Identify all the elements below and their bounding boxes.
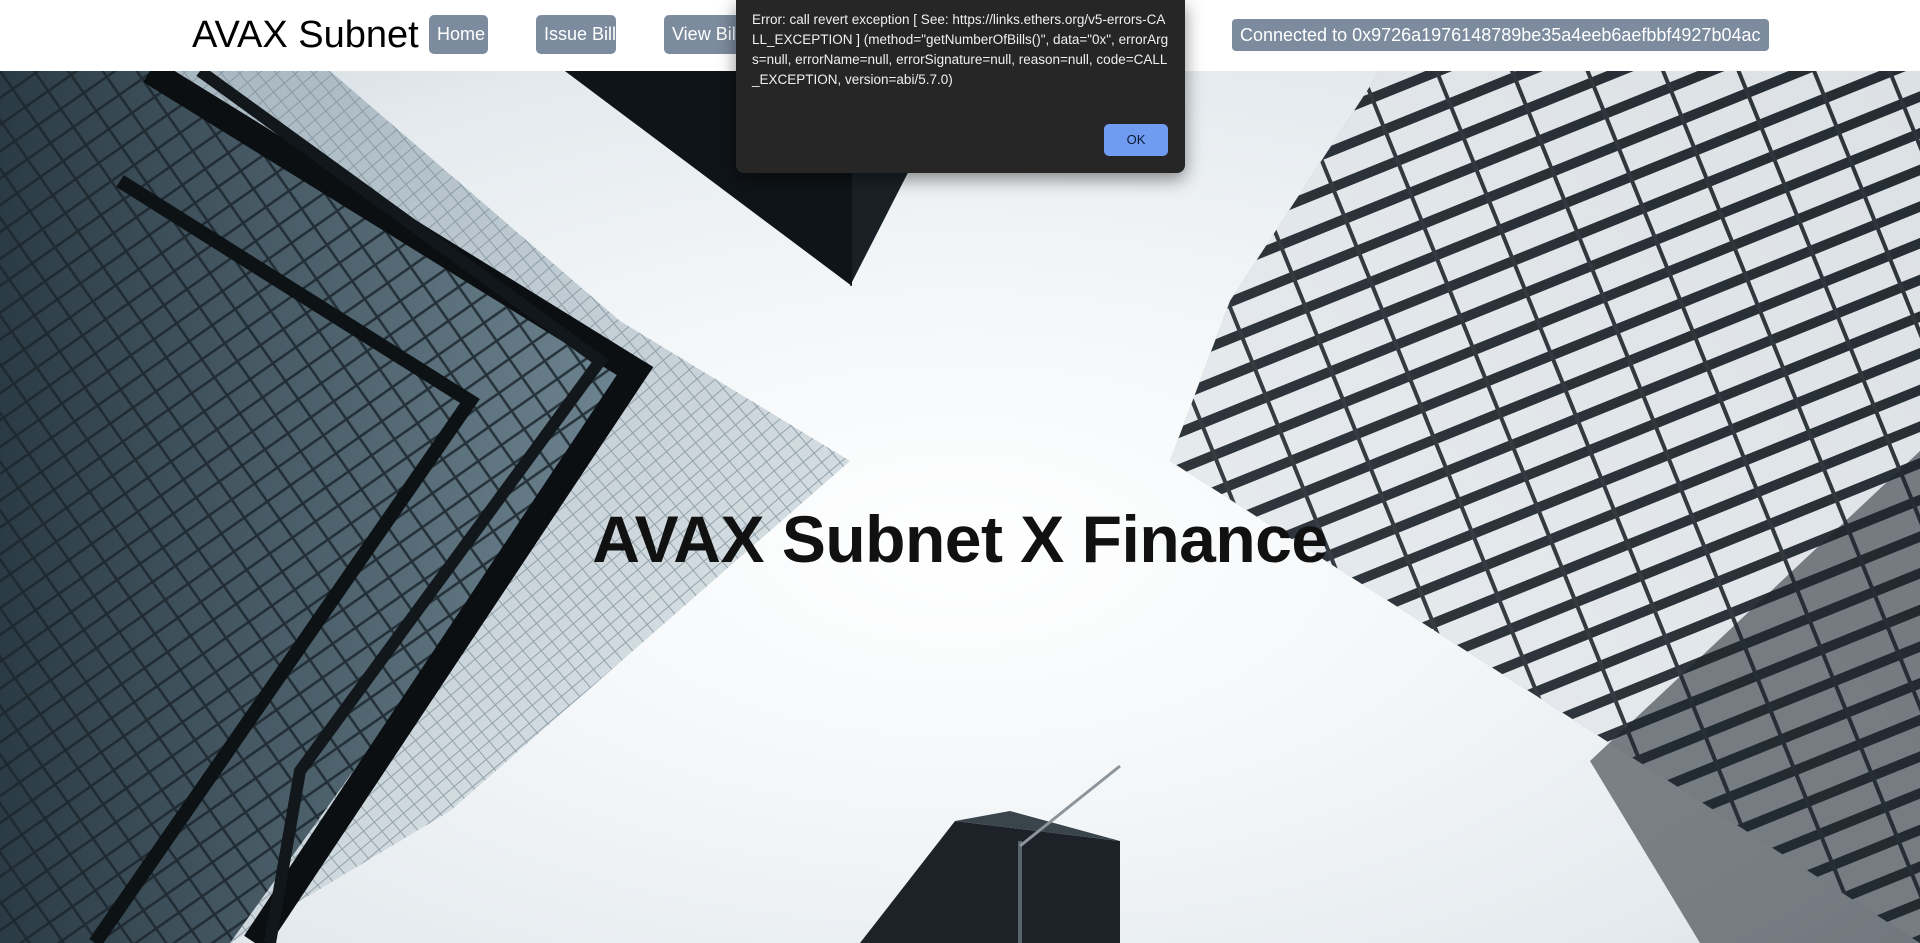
issue-bill-button[interactable]: Issue Bill xyxy=(536,15,616,54)
hero-section: AVAX Subnet X Finance xyxy=(0,71,1920,943)
hero-title: AVAX Subnet X Finance xyxy=(592,502,1328,576)
error-message: Error: call revert exception [ See: http… xyxy=(752,12,1169,87)
ok-button[interactable]: OK xyxy=(1104,124,1168,156)
error-alert-dialog: Error: call revert exception [ See: http… xyxy=(736,0,1185,173)
brand-title: AVAX Subnet xyxy=(192,14,419,56)
wallet-connection-status[interactable]: Connected to 0x9726a1976148789be35a4eeb6… xyxy=(1232,19,1769,51)
home-button[interactable]: Home xyxy=(429,15,488,54)
